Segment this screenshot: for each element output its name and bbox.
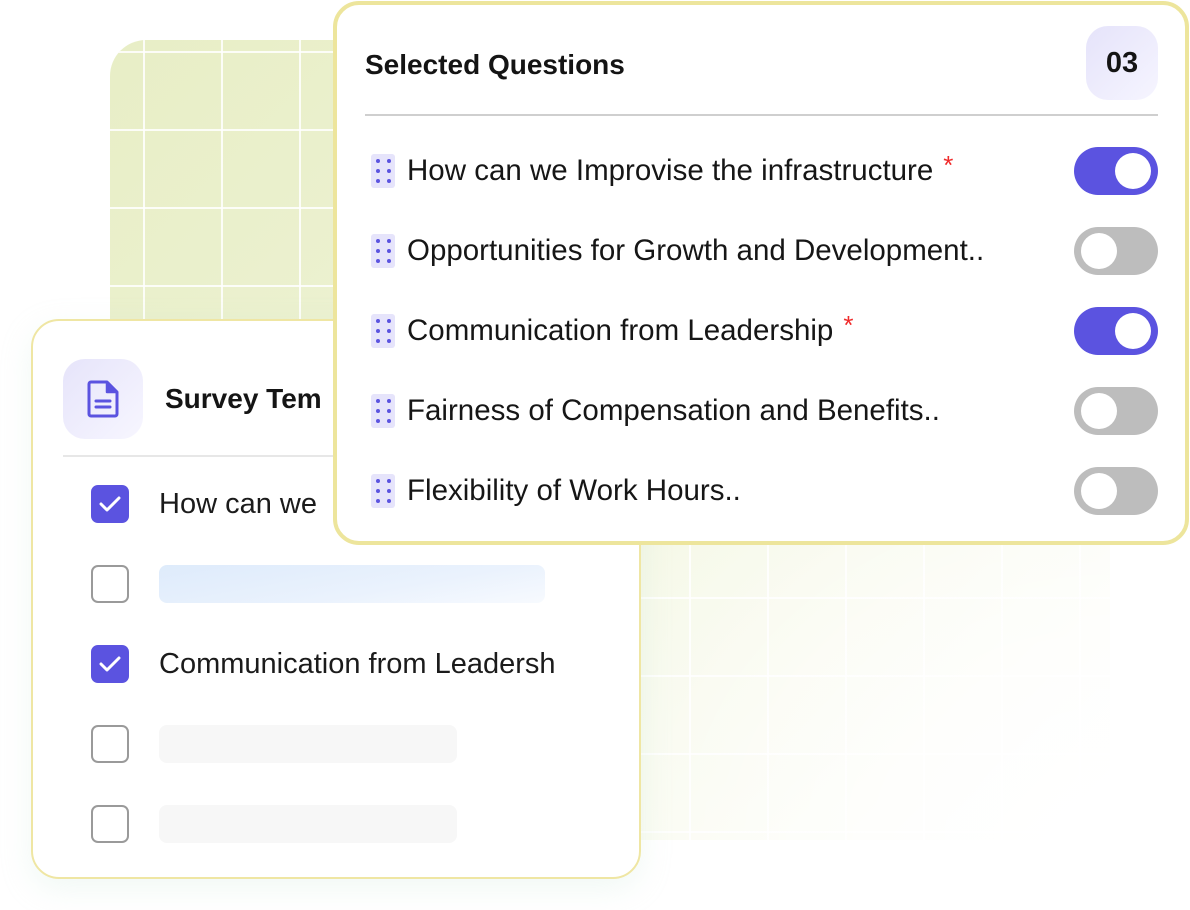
- drag-handle-icon[interactable]: [371, 394, 395, 428]
- document-icon: [87, 380, 119, 418]
- toggle-knob: [1081, 393, 1117, 429]
- checkbox-checked[interactable]: [91, 645, 129, 683]
- required-asterisk: *: [943, 154, 954, 180]
- survey-item[interactable]: [91, 564, 545, 604]
- document-icon-tile: [63, 359, 143, 439]
- checkbox-checked[interactable]: [91, 485, 129, 523]
- question-row: Communication from Leadership *: [371, 307, 1158, 355]
- survey-item[interactable]: [91, 804, 457, 844]
- skeleton-placeholder: [159, 565, 545, 603]
- survey-item[interactable]: [91, 724, 457, 764]
- question-toggle-off[interactable]: [1074, 387, 1158, 435]
- question-label: How can we Improvise the infrastructure *: [407, 154, 953, 188]
- question-label: Opportunities for Growth and Development…: [407, 234, 985, 267]
- skeleton-placeholder: [159, 805, 457, 843]
- drag-handle-icon[interactable]: [371, 234, 395, 268]
- drag-handle-icon[interactable]: [371, 154, 395, 188]
- toggle-knob: [1081, 233, 1117, 269]
- question-row: Fairness of Compensation and Benefits..: [371, 387, 1158, 435]
- survey-item[interactable]: Communication from Leadersh: [91, 644, 556, 684]
- selected-count-badge: 03: [1086, 26, 1158, 100]
- question-label: Communication from Leadership *: [407, 314, 853, 348]
- divider: [365, 114, 1158, 116]
- survey-title: Survey Tem: [165, 383, 322, 414]
- survey-item-label: Communication from Leadersh: [159, 647, 556, 680]
- drag-handle-icon[interactable]: [371, 314, 395, 348]
- checkbox[interactable]: [91, 725, 129, 763]
- survey-header: Survey Tem: [63, 359, 322, 439]
- toggle-knob: [1115, 153, 1151, 189]
- question-toggle-off[interactable]: [1074, 227, 1158, 275]
- check-icon: [99, 496, 121, 512]
- drag-handle-icon[interactable]: [371, 474, 395, 508]
- question-label: Flexibility of Work Hours..: [407, 474, 741, 507]
- check-icon: [99, 656, 121, 672]
- question-toggle-on[interactable]: [1074, 147, 1158, 195]
- survey-item-label: How can we: [159, 487, 317, 520]
- question-toggle-off[interactable]: [1074, 467, 1158, 515]
- checkbox[interactable]: [91, 805, 129, 843]
- toggle-knob: [1115, 313, 1151, 349]
- question-label: Fairness of Compensation and Benefits..: [407, 394, 940, 427]
- question-row: Flexibility of Work Hours..: [371, 467, 1158, 515]
- required-asterisk: *: [843, 314, 854, 340]
- question-row: How can we Improvise the infrastructure *: [371, 147, 1158, 195]
- question-row: Opportunities for Growth and Development…: [371, 227, 1158, 275]
- survey-item[interactable]: How can we: [91, 484, 317, 524]
- toggle-knob: [1081, 473, 1117, 509]
- checkbox[interactable]: [91, 565, 129, 603]
- skeleton-placeholder: [159, 725, 457, 763]
- question-toggle-on[interactable]: [1074, 307, 1158, 355]
- selected-questions-card: Selected Questions 03 How can we Improvi…: [333, 1, 1189, 545]
- card-title: Selected Questions: [365, 49, 625, 80]
